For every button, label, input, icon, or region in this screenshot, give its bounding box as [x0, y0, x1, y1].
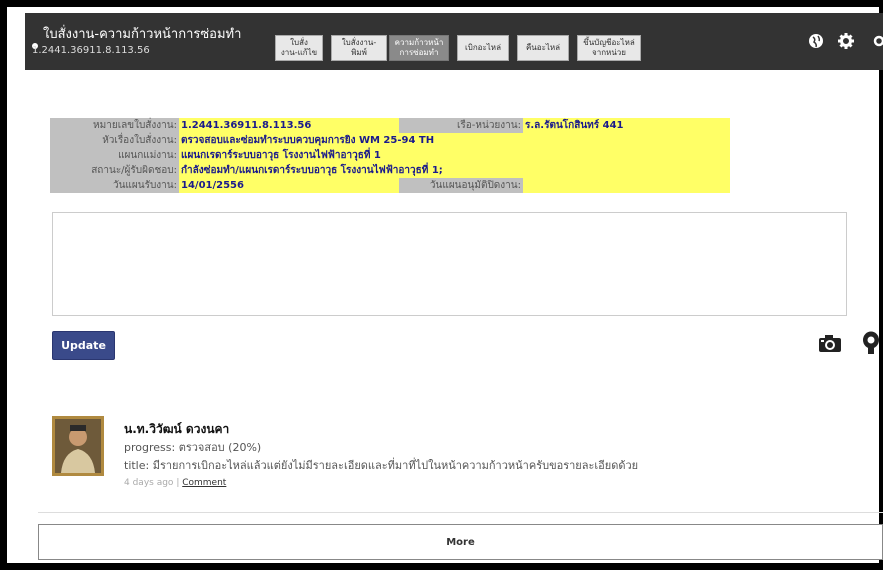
update-button[interactable]: Update — [52, 331, 115, 360]
workorder-info-table: หมายเลขใบสั่งงาน: 1.2441.36911.8.113.56 … — [50, 118, 730, 193]
subject-label: หัวเรื่องใบสั่งงาน: — [50, 133, 179, 148]
progress-note-input[interactable] — [52, 212, 847, 316]
nav-repair-progress[interactable]: ความก้าวหน้า การซ่อมทำ — [389, 35, 449, 61]
audio-icon[interactable] — [862, 331, 880, 359]
department-label: แผนกแม่งาน: — [50, 148, 179, 163]
info-row: หมายเลขใบสั่งงาน: 1.2441.36911.8.113.56 … — [50, 118, 730, 133]
info-row: แผนกแม่งาน: แผนกเรดาร์ระบบอาวุธ โรงงานไฟ… — [50, 148, 730, 163]
received-date-value: 14/01/2556 — [179, 178, 399, 193]
divider — [38, 512, 883, 513]
feed-separator: | — [176, 478, 180, 488]
feed-author-name: น.ท.วิวัฒน์ ดวงนคา — [124, 422, 230, 436]
feed-title: title: มีรายการเบิกอะไหล่แล้วแต่ยังไม่มี… — [124, 459, 639, 472]
nav-withdraw-parts[interactable]: เบิกอะไหล่ — [457, 35, 509, 61]
info-row: สถานะ/ผู้รับผิดชอบ: กำลังซ่อมทำ/แผนกเรดา… — [50, 163, 730, 178]
workorder-number-label: หมายเลขใบสั่งงาน: — [50, 118, 179, 133]
workorder-number-value: 1.2441.36911.8.113.56 — [179, 118, 399, 133]
status-label: สถานะ/ผู้รับผิดชอบ: — [50, 163, 179, 178]
more-button[interactable]: More — [38, 524, 883, 560]
gear-icon[interactable] — [838, 33, 854, 53]
avatar — [52, 416, 104, 476]
approve-date-value — [523, 178, 730, 193]
settings-icon[interactable] — [871, 33, 883, 53]
status-value: กำลังซ่อมทำ/แผนกเรดาร์ระบบอาวุธ โรงงานไฟ… — [179, 163, 730, 178]
ship-unit-label: เรือ-หน่วยงาน: — [399, 118, 523, 133]
header-bar: ใบสั่งงาน-ความก้าวหน้าการซ่อมทำ 1.2441.3… — [25, 13, 883, 70]
camera-icon[interactable] — [818, 333, 842, 357]
subject-value: ตรวจสอบและซ่อมทำระบบควบคุมการยิง WM 25-9… — [179, 133, 730, 148]
ship-unit-value: ร.ล.รัตนโกสินทร์ 441 — [523, 118, 730, 133]
nav-print-workorder[interactable]: ใบสั่งงาน-พิมพ์ — [331, 35, 387, 61]
feed-meta: 4 days ago | Comment — [124, 478, 226, 488]
page-title: ใบสั่งงาน-ความก้าวหน้าการซ่อมทำ — [43, 27, 242, 42]
info-row: วันแผนรับงาน: 14/01/2556 วันแผนอนุมัติปิ… — [50, 178, 730, 193]
received-date-label: วันแผนรับงาน: — [50, 178, 179, 193]
globe-icon[interactable] — [808, 33, 824, 53]
feed-timestamp: 4 days ago — [124, 478, 174, 488]
info-row: หัวเรื่องใบสั่งงาน: ตรวจสอบและซ่อมทำระบบ… — [50, 133, 730, 148]
nav-return-parts[interactable]: คืนอะไหล่ — [517, 35, 569, 61]
nav-edit-workorder[interactable]: ใบสั่ง งาน-แก้ไข — [275, 35, 323, 61]
department-value: แผนกเรดาร์ระบบอาวุธ โรงงานไฟฟ้าอาวุธที่ … — [179, 148, 730, 163]
page-subtitle: 1.2441.36911.8.113.56 — [32, 45, 150, 56]
nav-register-parts[interactable]: ขึ้นบัญชีอะไหล่ จากหน่วย — [577, 35, 641, 61]
feed-progress: progress: ตรวจสอบ (20%) — [124, 441, 262, 454]
approve-date-label: วันแผนอนุมัติปิดงาน: — [399, 178, 523, 193]
comment-link[interactable]: Comment — [182, 478, 226, 488]
